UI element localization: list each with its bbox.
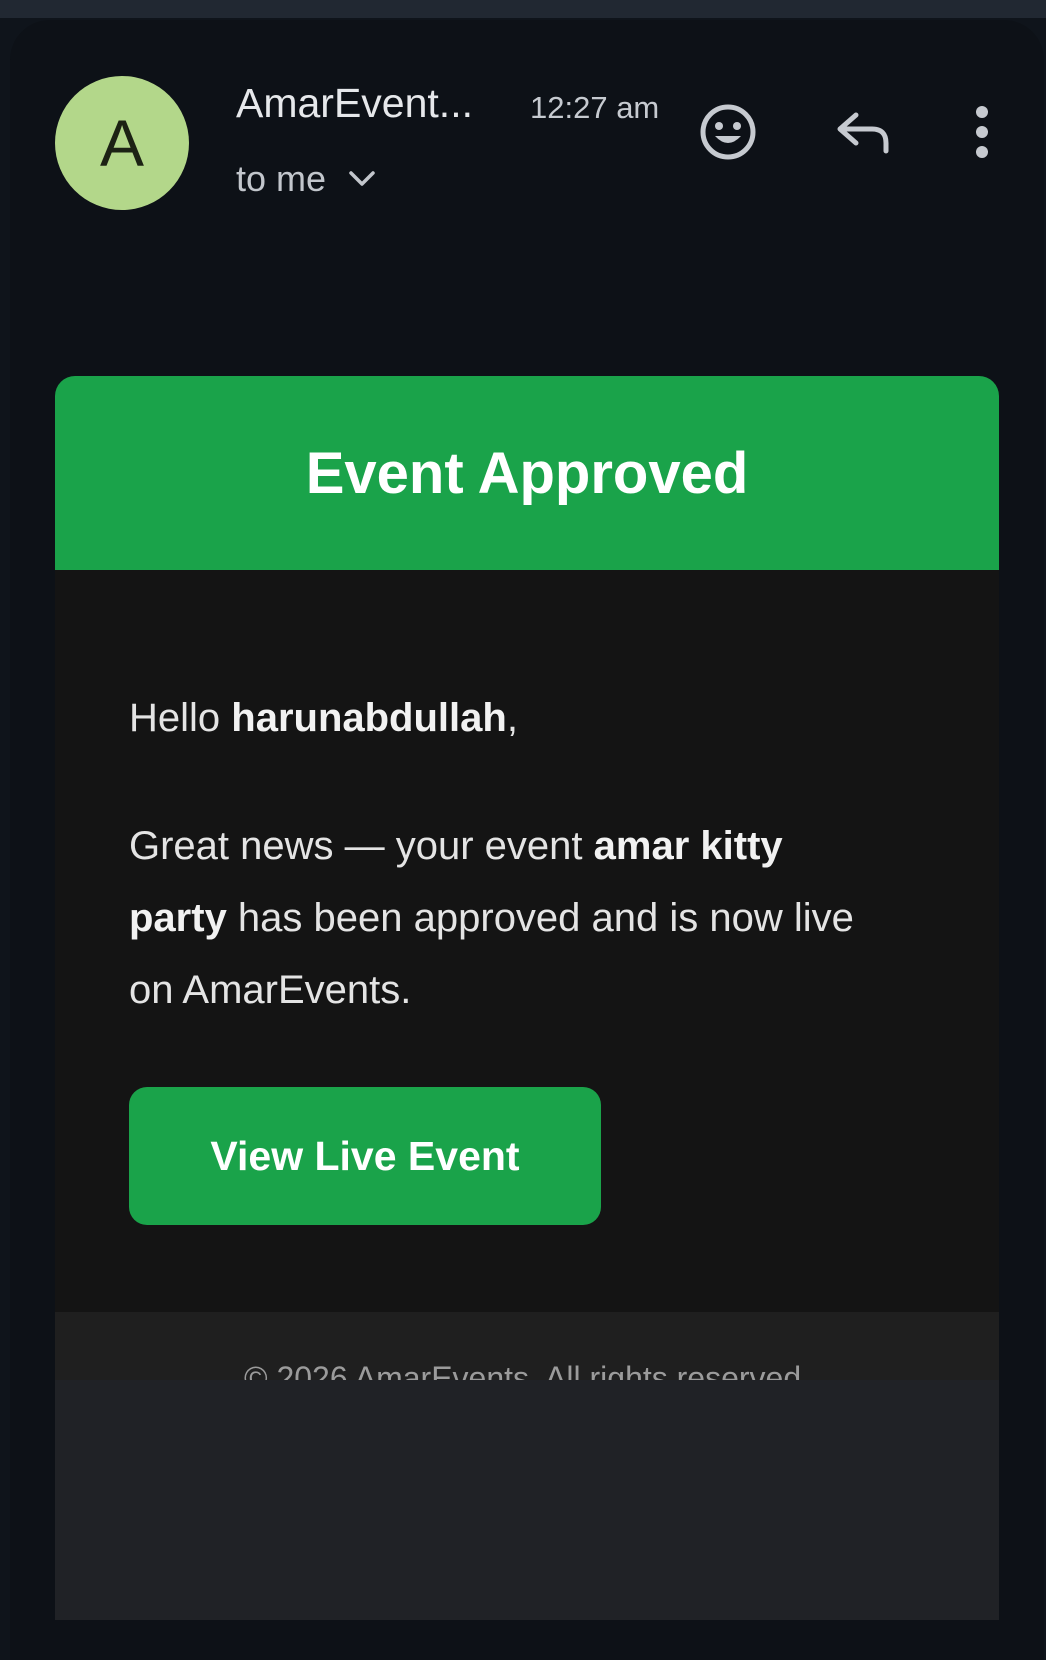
recipient-label: to me (236, 158, 327, 199)
status-strip (0, 0, 1046, 18)
greeting-suffix: , (506, 696, 518, 740)
add-reaction-button[interactable] (696, 100, 760, 164)
reply-button[interactable] (832, 100, 896, 164)
banner-title: Event Approved (55, 376, 999, 570)
sender-avatar[interactable]: A (55, 76, 189, 210)
reply-icon (837, 112, 889, 154)
message-suffix: has been approved and is now live on Ama… (129, 896, 854, 1012)
message-prefix: Great news — your event (129, 824, 594, 868)
greeting-prefix: Hello (129, 696, 232, 740)
sender-name[interactable]: AmarEvent... (236, 80, 473, 127)
timestamp: 12:27 am (530, 90, 660, 125)
recipient-toggle[interactable]: to me (236, 158, 376, 200)
view-live-event-button[interactable]: View Live Event (129, 1087, 601, 1225)
more-vert-icon (976, 106, 988, 158)
email-trailing-area (55, 1380, 999, 1620)
email-content: Event Approved Hello harunabdullah, Grea… (55, 376, 999, 1444)
message-text: Great news — your event amar kitty party… (129, 810, 869, 1026)
email-body: Hello harunabdullah, Great news — your e… (55, 570, 999, 1312)
chevron-down-icon[interactable] (348, 170, 376, 188)
more-options-button[interactable] (966, 100, 998, 164)
emoji-icon (700, 104, 756, 160)
username: harunabdullah (231, 696, 507, 740)
greeting: Hello harunabdullah, (129, 696, 518, 741)
